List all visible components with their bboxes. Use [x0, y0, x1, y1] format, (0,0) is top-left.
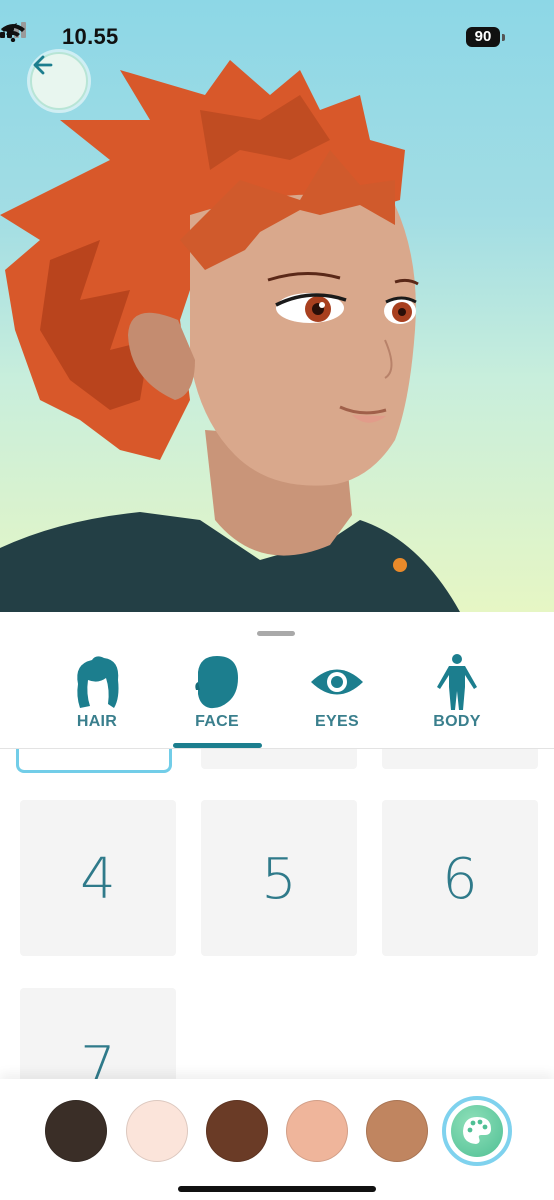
tab-hair-label: HAIR — [76, 713, 118, 730]
clock: 10.55 — [62, 24, 119, 49]
option-number: 4 — [80, 847, 116, 912]
tab-hair[interactable]: HAIR — [37, 644, 157, 748]
face-icon — [195, 656, 238, 709]
face-options-grid: 4 5 6 7 — [0, 749, 554, 1079]
face-option-6[interactable]: 6 — [382, 800, 538, 956]
option-number: 6 — [442, 847, 478, 912]
home-indicator[interactable] — [178, 1186, 376, 1192]
arrow-left-icon — [33, 55, 53, 75]
face-option-selected[interactable] — [16, 749, 172, 773]
tab-eyes-label: EYES — [315, 713, 359, 730]
skin-swatch[interactable] — [206, 1100, 268, 1162]
face-option-tile[interactable] — [382, 749, 538, 769]
face-option-5[interactable]: 5 — [201, 800, 357, 956]
tab-face[interactable]: FACE — [157, 644, 277, 748]
option-number: 7 — [80, 1035, 116, 1079]
tab-body-label: BODY — [433, 713, 481, 730]
avatar-preview[interactable]: 10.55 90 — [0, 0, 554, 612]
hair-icon — [77, 656, 119, 708]
color-palette-button[interactable] — [442, 1096, 512, 1166]
skin-swatch[interactable] — [126, 1100, 188, 1162]
option-number: 5 — [261, 847, 297, 912]
palette-icon — [463, 1117, 491, 1144]
skin-color-bar — [0, 1079, 554, 1200]
tab-eyes[interactable]: EYES — [277, 644, 397, 748]
sheet-grabber[interactable] — [257, 631, 295, 636]
category-tabs: HAIR FACE EYES BODY — [0, 644, 554, 749]
skin-swatch[interactable] — [286, 1100, 348, 1162]
face-option-7[interactable]: 7 — [20, 988, 176, 1079]
status-bar: 10.55 90 — [0, 22, 554, 54]
face-option-4[interactable]: 4 — [20, 800, 176, 956]
face-option-tile[interactable] — [201, 749, 357, 769]
battery-cap — [502, 34, 505, 41]
back-button[interactable] — [30, 52, 88, 110]
active-tab-indicator — [173, 743, 262, 748]
body-icon — [437, 654, 477, 710]
battery-level: 90 — [474, 28, 492, 45]
skin-swatch[interactable] — [366, 1100, 428, 1162]
wifi-icon — [1, 24, 25, 42]
skin-swatch[interactable] — [45, 1100, 107, 1162]
customization-sheet: HAIR FACE EYES BODY 4 5 6 7 — [0, 612, 554, 1200]
eye-icon — [311, 669, 363, 695]
tab-body[interactable]: BODY — [397, 644, 517, 748]
battery-indicator: 90 — [466, 27, 500, 47]
tab-face-label: FACE — [195, 713, 239, 730]
